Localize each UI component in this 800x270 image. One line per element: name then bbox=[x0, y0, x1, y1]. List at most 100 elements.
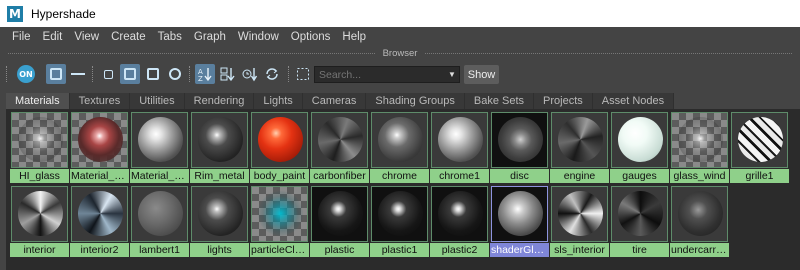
material-swatch[interactable]: plastic bbox=[310, 185, 369, 257]
material-thumbnail[interactable] bbox=[431, 112, 488, 168]
menu-file[interactable]: File bbox=[6, 27, 37, 47]
toolbar-grip[interactable] bbox=[6, 66, 9, 82]
material-thumbnail[interactable] bbox=[671, 112, 728, 168]
material-name-label[interactable]: chrome1 bbox=[430, 169, 489, 183]
sort-by-time-button[interactable] bbox=[240, 64, 260, 84]
material-swatch[interactable]: undercarriage bbox=[670, 185, 729, 257]
tab-utilities[interactable]: Utilities bbox=[130, 93, 185, 109]
extra-large-swatch-button[interactable] bbox=[165, 64, 185, 84]
material-swatch[interactable]: shaderGlow1 bbox=[490, 185, 549, 257]
show-button[interactable]: Show bbox=[464, 65, 499, 84]
material-swatch[interactable]: Material__274 bbox=[70, 111, 129, 183]
material-swatch[interactable]: carbonfiber bbox=[310, 111, 369, 183]
material-swatch[interactable]: sls_interior bbox=[550, 185, 609, 257]
interactive-swatch-toggle-button[interactable]: ON bbox=[16, 64, 36, 84]
menu-window[interactable]: Window bbox=[232, 27, 285, 47]
search-input[interactable] bbox=[315, 68, 445, 81]
small-swatch-button[interactable] bbox=[98, 64, 118, 84]
material-name-label[interactable]: interior2 bbox=[70, 243, 129, 257]
toolbar-grip[interactable] bbox=[189, 66, 192, 82]
material-name-label[interactable]: engine bbox=[550, 169, 609, 183]
menu-create[interactable]: Create bbox=[105, 27, 152, 47]
material-swatch[interactable]: interior2 bbox=[70, 185, 129, 257]
material-swatch[interactable]: interior bbox=[10, 185, 69, 257]
icon-view-button[interactable] bbox=[46, 64, 66, 84]
material-name-label[interactable]: undercarriage bbox=[670, 243, 729, 257]
material-swatch[interactable]: glass_wind bbox=[670, 111, 729, 183]
material-swatch[interactable]: grille1 bbox=[730, 111, 789, 183]
material-name-label[interactable]: Material__274 bbox=[70, 169, 129, 183]
material-swatch[interactable]: engine bbox=[550, 111, 609, 183]
material-name-label[interactable]: plastic2 bbox=[430, 243, 489, 257]
sort-by-name-button[interactable]: AZ bbox=[195, 64, 215, 84]
material-name-label[interactable]: plastic bbox=[310, 243, 369, 257]
tab-asset-nodes[interactable]: Asset Nodes bbox=[592, 93, 675, 109]
material-swatch[interactable]: plastic1 bbox=[370, 185, 429, 257]
material-swatch[interactable]: gauges bbox=[610, 111, 669, 183]
material-thumbnail[interactable] bbox=[131, 186, 188, 242]
material-thumbnail[interactable] bbox=[371, 112, 428, 168]
material-swatch[interactable]: Material__276 bbox=[130, 111, 189, 183]
material-swatch[interactable]: HI_glass bbox=[10, 111, 69, 183]
tab-projects[interactable]: Projects bbox=[534, 93, 593, 109]
menu-graph[interactable]: Graph bbox=[188, 27, 232, 47]
material-swatch[interactable]: plastic2 bbox=[430, 185, 489, 257]
material-name-label[interactable]: HI_glass bbox=[10, 169, 69, 183]
material-name-label[interactable]: carbonfiber bbox=[310, 169, 369, 183]
material-swatch[interactable]: disc bbox=[490, 111, 549, 183]
material-thumbnail[interactable] bbox=[611, 112, 668, 168]
material-thumbnail[interactable] bbox=[611, 186, 668, 242]
material-name-label[interactable]: interior bbox=[10, 243, 69, 257]
chevron-down-icon[interactable]: ▼ bbox=[445, 70, 459, 79]
material-thumbnail[interactable] bbox=[191, 112, 248, 168]
menu-options[interactable]: Options bbox=[285, 27, 337, 47]
sort-by-type-button[interactable] bbox=[218, 64, 238, 84]
tab-bake-sets[interactable]: Bake Sets bbox=[464, 93, 535, 109]
reverse-sort-button[interactable] bbox=[262, 64, 282, 84]
material-thumbnail[interactable] bbox=[251, 112, 308, 168]
medium-swatch-button[interactable] bbox=[120, 64, 140, 84]
material-thumbnail[interactable] bbox=[11, 186, 68, 242]
filter-selection-button[interactable] bbox=[293, 64, 313, 84]
tab-cameras[interactable]: Cameras bbox=[302, 93, 367, 109]
material-thumbnail[interactable] bbox=[671, 186, 728, 242]
material-swatch[interactable]: chrome1 bbox=[430, 111, 489, 183]
material-thumbnail[interactable] bbox=[311, 186, 368, 242]
material-name-label[interactable]: gauges bbox=[610, 169, 669, 183]
material-thumbnail[interactable] bbox=[251, 186, 308, 242]
tab-rendering[interactable]: Rendering bbox=[184, 93, 255, 109]
material-name-label[interactable]: particleCloud1 bbox=[250, 243, 309, 257]
menu-tabs[interactable]: Tabs bbox=[152, 27, 188, 47]
material-swatch[interactable]: tire bbox=[610, 185, 669, 257]
material-name-label[interactable]: Material__276 bbox=[130, 169, 189, 183]
menu-view[interactable]: View bbox=[68, 27, 105, 47]
material-thumbnail[interactable] bbox=[11, 112, 68, 168]
material-thumbnail[interactable] bbox=[551, 186, 608, 242]
material-thumbnail[interactable] bbox=[71, 112, 128, 168]
menu-help[interactable]: Help bbox=[336, 27, 372, 47]
large-swatch-button[interactable] bbox=[143, 64, 163, 84]
material-thumbnail[interactable] bbox=[131, 112, 188, 168]
material-thumbnail[interactable] bbox=[191, 186, 248, 242]
tab-textures[interactable]: Textures bbox=[69, 93, 131, 109]
material-thumbnail[interactable] bbox=[371, 186, 428, 242]
material-name-label[interactable]: sls_interior bbox=[550, 243, 609, 257]
material-thumbnail[interactable] bbox=[71, 186, 128, 242]
material-swatch[interactable]: lights bbox=[190, 185, 249, 257]
material-name-label[interactable]: tire bbox=[610, 243, 669, 257]
material-swatch[interactable]: body_paint bbox=[250, 111, 309, 183]
material-thumbnail[interactable] bbox=[311, 112, 368, 168]
material-name-label[interactable]: plastic1 bbox=[370, 243, 429, 257]
material-thumbnail[interactable] bbox=[491, 186, 548, 242]
material-name-label[interactable]: Rim_metal bbox=[190, 169, 249, 183]
toolbar-grip[interactable] bbox=[92, 66, 95, 82]
material-name-label[interactable]: shaderGlow1 bbox=[490, 243, 549, 257]
material-swatch[interactable]: Rim_metal bbox=[190, 111, 249, 183]
material-thumbnail[interactable] bbox=[551, 112, 608, 168]
search-field[interactable]: ▼ bbox=[314, 66, 460, 83]
material-name-label[interactable]: chrome bbox=[370, 169, 429, 183]
material-name-label[interactable]: glass_wind bbox=[670, 169, 729, 183]
toolbar-grip[interactable] bbox=[288, 66, 291, 82]
material-swatch[interactable]: lambert1 bbox=[130, 185, 189, 257]
list-view-button[interactable] bbox=[68, 64, 88, 84]
